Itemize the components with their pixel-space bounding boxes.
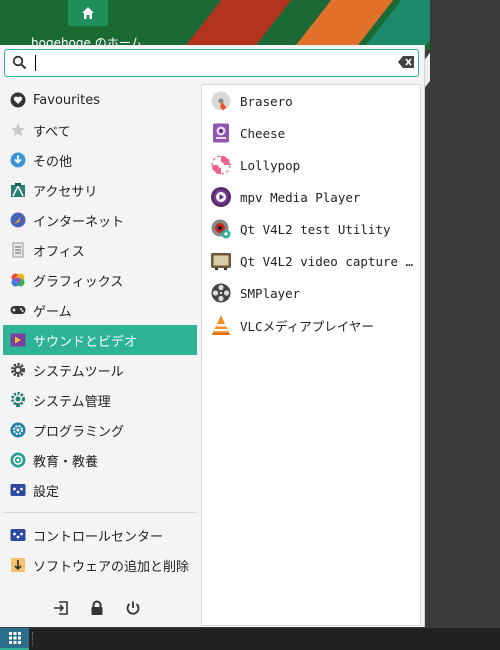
- qvidcap-icon: [210, 250, 232, 272]
- app-label: VLCメディアプレイヤー: [240, 318, 374, 334]
- app-menu-button[interactable]: [0, 628, 29, 650]
- education-icon: [10, 452, 26, 468]
- control-center-item[interactable]: コントロールセンター: [3, 520, 197, 550]
- internet-icon: [10, 212, 26, 228]
- search-icon: [12, 55, 27, 74]
- category-list: Favourites すべて その他 アクセサリ インターネット オフィス グラ…: [3, 85, 197, 580]
- category-label: アクセサリ: [33, 184, 98, 200]
- app-cheese[interactable]: Cheese: [202, 117, 420, 149]
- gamepad-icon: [10, 302, 26, 318]
- software-install-item[interactable]: ソフトウェアの追加と削除: [3, 550, 197, 580]
- vlc-icon: [210, 314, 232, 336]
- category-label: サウンドとビデオ: [33, 334, 138, 350]
- control-center-icon: [10, 527, 26, 543]
- application-menu: Favourites すべて その他 アクセサリ インターネット オフィス グラ…: [0, 45, 425, 627]
- home-icon[interactable]: [68, 0, 108, 26]
- system-admin-icon: [10, 392, 26, 408]
- settings-icon: [10, 482, 26, 498]
- category-label: プログラミング: [33, 424, 125, 440]
- category-label: すべて: [33, 124, 71, 140]
- app-mpv[interactable]: mpv Media Player: [202, 181, 420, 213]
- category-accessories[interactable]: アクセサリ: [3, 175, 197, 205]
- category-label: その他: [33, 154, 73, 170]
- category-label: ゲーム: [33, 304, 72, 320]
- category-label: Favourites: [33, 92, 100, 108]
- office-icon: [10, 242, 26, 258]
- extra-label: コントロールセンター: [33, 529, 164, 545]
- app-label: Lollypop: [240, 157, 301, 173]
- extra-label: ソフトウェアの追加と削除: [33, 559, 190, 575]
- category-all[interactable]: すべて: [3, 115, 197, 145]
- category-favourites[interactable]: Favourites: [3, 85, 197, 115]
- search-box[interactable]: [4, 49, 419, 77]
- category-office[interactable]: オフィス: [3, 235, 197, 265]
- app-label: Qt V4L2 test Utility: [240, 221, 391, 237]
- text-cursor: [35, 55, 36, 71]
- app-label: Cheese: [240, 125, 286, 141]
- brasero-icon: [210, 90, 232, 112]
- category-settings[interactable]: 設定: [3, 475, 197, 505]
- category-label: 設定: [33, 484, 60, 500]
- lollypop-icon: [210, 154, 232, 176]
- app-vlc[interactable]: VLCメディアプレイヤー: [202, 309, 420, 341]
- app-list: Brasero Cheese Lollypop mpv Media Player…: [201, 84, 421, 626]
- gear-icon: [10, 362, 26, 378]
- programming-icon: [10, 422, 26, 438]
- app-smplayer[interactable]: SMPlayer: [202, 277, 420, 309]
- category-other[interactable]: その他: [3, 145, 197, 175]
- category-separator: [3, 512, 197, 513]
- category-internet[interactable]: インターネット: [3, 205, 197, 235]
- clear-search-icon[interactable]: [398, 56, 414, 72]
- category-label: オフィス: [33, 244, 85, 260]
- qv4l2-icon: [210, 218, 232, 240]
- app-brasero[interactable]: Brasero: [202, 85, 420, 117]
- category-system-admin[interactable]: システム管理: [3, 385, 197, 415]
- category-graphics[interactable]: グラフィックス: [3, 265, 197, 295]
- mpv-icon: [210, 186, 232, 208]
- category-system-tools[interactable]: システムツール: [3, 355, 197, 385]
- category-label: グラフィックス: [33, 274, 124, 290]
- category-programming[interactable]: プログラミング: [3, 415, 197, 445]
- category-label: インターネット: [33, 214, 125, 230]
- category-label: システム管理: [33, 394, 111, 410]
- category-sound-video[interactable]: サウンドとビデオ: [3, 325, 197, 355]
- category-label: システムツール: [33, 364, 124, 380]
- panel-handle[interactable]: [32, 632, 35, 646]
- multimedia-icon: [10, 332, 26, 348]
- app-label: mpv Media Player: [240, 189, 361, 205]
- category-education[interactable]: 教育・教養: [3, 445, 197, 475]
- cheese-icon: [210, 122, 232, 144]
- category-games[interactable]: ゲーム: [3, 295, 197, 325]
- accessories-icon: [10, 182, 26, 198]
- app-qv4l2[interactable]: Qt V4L2 test Utility: [202, 213, 420, 245]
- app-qvidcap[interactable]: Qt V4L2 video capture u…: [202, 245, 420, 277]
- logout-icon[interactable]: [52, 599, 69, 616]
- app-label: Brasero: [240, 93, 293, 109]
- search-input[interactable]: [33, 53, 385, 71]
- smplayer-icon: [210, 282, 232, 304]
- category-label: 教育・教養: [33, 454, 99, 470]
- app-label: SMPlayer: [240, 285, 301, 301]
- taskbar: [0, 628, 500, 650]
- star-icon: [10, 122, 26, 138]
- software-install-icon: [10, 557, 26, 573]
- heart-icon: [10, 92, 26, 108]
- download-icon: [10, 152, 26, 168]
- app-label: Qt V4L2 video capture u…: [240, 253, 418, 269]
- session-actions: [52, 599, 141, 616]
- lock-icon[interactable]: [88, 599, 105, 616]
- power-icon[interactable]: [124, 599, 141, 616]
- app-lollypop[interactable]: Lollypop: [202, 149, 420, 181]
- app-grid-icon: [8, 632, 21, 644]
- graphics-icon: [10, 272, 26, 288]
